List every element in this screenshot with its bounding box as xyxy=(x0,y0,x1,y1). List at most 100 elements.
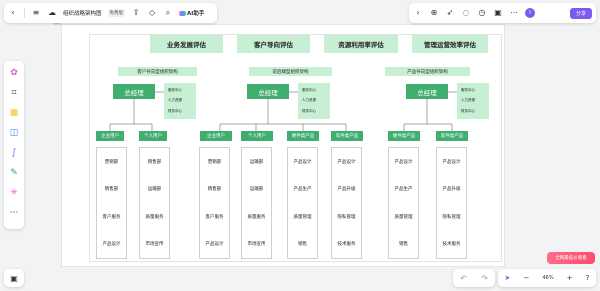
group3-header[interactable]: 产品导向型组织架构 xyxy=(385,67,470,76)
column-item: 销售部 xyxy=(147,159,162,165)
tag-icon[interactable]: ◇ xyxy=(147,8,157,18)
column-item: 质量管理 xyxy=(293,214,312,220)
group2-side-box[interactable]: 服务中心 人力资源 财务中心 xyxy=(298,83,330,119)
minimap-button[interactable]: ▣ xyxy=(4,269,24,287)
group3-column-1[interactable]: 产品设计 产品生产 质量管理 销售 xyxy=(388,147,419,259)
group1-manager[interactable]: 总经理 xyxy=(113,84,155,99)
group1-sub-2[interactable]: 个人用户 xyxy=(139,131,167,141)
column-item: 客户服务 xyxy=(102,214,121,220)
chevron-left-icon[interactable]: ‹ xyxy=(8,8,18,18)
group3-manager[interactable]: 总经理 xyxy=(406,84,448,99)
top-category-3[interactable]: 资源利用率评估 xyxy=(324,35,398,53)
present-icon[interactable]: ▣ xyxy=(493,8,503,18)
column-item: 产品设计 xyxy=(205,242,224,248)
column-item: 市场宣传 xyxy=(247,242,266,248)
ai-logo-icon xyxy=(179,10,187,16)
promo-banner[interactable]: 全网最低价看看 xyxy=(547,252,595,264)
side-item: 人力资源 xyxy=(302,98,316,103)
more-tools-icon[interactable]: ⋯ xyxy=(8,207,20,219)
group1-side-box[interactable]: 服务中心 人力资源 财务中心 xyxy=(164,83,196,119)
group2-column-4[interactable]: 产品设计 产品升级 隐私管理 技术服务 xyxy=(331,147,362,259)
group2-sub-4[interactable]: 软件类产品 xyxy=(331,131,363,141)
column-item: 产品设计 xyxy=(442,159,461,165)
timer-icon[interactable]: ◷ xyxy=(477,8,487,18)
side-item: 服务中心 xyxy=(168,87,182,92)
column-item: 质量服务 xyxy=(247,214,266,220)
group2-header[interactable]: 前后端型组织架构 xyxy=(249,67,332,76)
frame-icon[interactable]: ⌗ xyxy=(8,87,20,99)
redo-icon[interactable]: ↷ xyxy=(481,274,488,283)
help-icon[interactable]: ? xyxy=(586,274,590,282)
group1-column-1[interactable]: 营销部 销售部 客户服务 产品设计 xyxy=(96,147,127,259)
comment-icon[interactable]: ◌ xyxy=(461,8,471,18)
group3-side-box[interactable]: 服务中心 人力资源 财务中心 xyxy=(457,83,489,119)
share-button[interactable]: 分享 xyxy=(569,7,592,19)
right-toolbar: › ⊕ ➶ ◌ ◷ ▣ ⋯ I 分享 xyxy=(409,3,596,23)
column-item: 质量服务 xyxy=(145,214,164,220)
chevron-right-icon[interactable]: › xyxy=(413,8,423,18)
plan-badge[interactable]: 免费版 xyxy=(107,9,126,17)
avatar[interactable]: I xyxy=(525,8,535,18)
group2-manager[interactable]: 总经理 xyxy=(247,84,289,99)
top-category-2[interactable]: 客户导向评估 xyxy=(237,35,310,53)
group3-sub-2[interactable]: 软件类产品 xyxy=(436,131,468,141)
shape-icon[interactable]: ◫ xyxy=(8,127,20,139)
export-icon[interactable]: ⇪ xyxy=(131,8,141,18)
left-toolbar: ✿ ⌗ ■ ◫ ∫ ✎ ✳ ⋯ xyxy=(4,61,24,229)
pen-icon[interactable]: ✎ xyxy=(8,167,20,179)
group2-sub-3[interactable]: 硬件类产品 xyxy=(287,131,319,141)
column-item: 产品设计 xyxy=(394,159,413,165)
more-icon[interactable]: ⋯ xyxy=(509,8,519,18)
column-item: 产品升级 xyxy=(442,187,461,193)
column-item: 产品设计 xyxy=(102,242,121,248)
pointer-icon[interactable]: ➤ xyxy=(505,274,511,282)
search-icon[interactable]: ⌕ xyxy=(163,8,173,18)
zoom-out-icon[interactable]: − xyxy=(524,274,530,282)
top-category-1[interactable]: 业务发展评估 xyxy=(150,35,223,53)
sticky-note-icon[interactable]: ■ xyxy=(8,107,20,119)
group3-sub-1[interactable]: 硬件类产品 xyxy=(388,131,420,141)
side-item: 服务中心 xyxy=(302,87,316,92)
column-item: 产品生产 xyxy=(293,187,312,193)
column-item: 运输部 xyxy=(249,159,264,165)
column-item: 产品生产 xyxy=(394,187,413,193)
menu-icon[interactable]: ≡ xyxy=(31,8,41,18)
column-item: 营销部 xyxy=(104,159,119,165)
column-item: 运输部 xyxy=(249,187,264,193)
zoom-controls: ➤ − 46% + ? xyxy=(498,269,596,287)
column-item: 质量管理 xyxy=(394,214,413,220)
column-item: 运输部 xyxy=(147,187,162,193)
palette-icon[interactable]: ✿ xyxy=(8,67,20,79)
zoom-level[interactable]: 46% xyxy=(542,275,553,281)
group3-column-2[interactable]: 产品设计 产品升级 隐私管理 技术服务 xyxy=(436,147,467,259)
cloud-icon: ☁ xyxy=(48,8,56,17)
column-item: 销售部 xyxy=(207,187,222,193)
side-item: 服务中心 xyxy=(461,87,475,92)
top-toolbar: ‹ ≡ ☁ 组织战略架构图 免费版 ⇪ ◇ ⌕ AI助手 xyxy=(4,3,217,23)
group1-header[interactable]: 客户导向型组织架构 xyxy=(118,67,197,76)
mindmap-icon[interactable]: ✳ xyxy=(8,187,20,199)
column-item: 销售 xyxy=(298,242,307,248)
group1-column-2[interactable]: 销售部 运输部 质量服务 市场宣传 xyxy=(139,147,170,259)
cursor-icon[interactable]: ➶ xyxy=(445,8,455,18)
group2-sub-1[interactable]: 企业用户 xyxy=(200,131,232,141)
undo-icon[interactable]: ↶ xyxy=(460,274,467,283)
minimap-icon: ▣ xyxy=(10,273,18,283)
side-item: 财务中心 xyxy=(302,109,316,114)
group2-sub-2[interactable]: 个人用户 xyxy=(241,131,273,141)
ai-assistant-button[interactable]: AI助手 xyxy=(179,9,204,17)
side-item: 财务中心 xyxy=(168,109,182,114)
top-category-4[interactable]: 管理运营效率评估 xyxy=(412,35,488,53)
column-item: 销售部 xyxy=(104,187,119,193)
column-item: 技术服务 xyxy=(442,242,461,248)
group2-column-1[interactable]: 营销部 销售部 客户服务 产品设计 xyxy=(199,147,230,259)
column-item: 产品设计 xyxy=(337,159,356,165)
connector-icon[interactable]: ∫ xyxy=(8,147,20,159)
doc-title[interactable]: 组织战略架构图 xyxy=(63,9,102,17)
group2-column-2[interactable]: 运输部 运输部 质量服务 市场宣传 xyxy=(241,147,272,259)
add-icon[interactable]: ⊕ xyxy=(429,8,439,18)
divider xyxy=(24,8,25,18)
group2-column-3[interactable]: 产品设计 产品生产 质量管理 销售 xyxy=(287,147,318,259)
group1-sub-1[interactable]: 企业用户 xyxy=(96,131,124,141)
zoom-in-icon[interactable]: + xyxy=(567,274,573,282)
